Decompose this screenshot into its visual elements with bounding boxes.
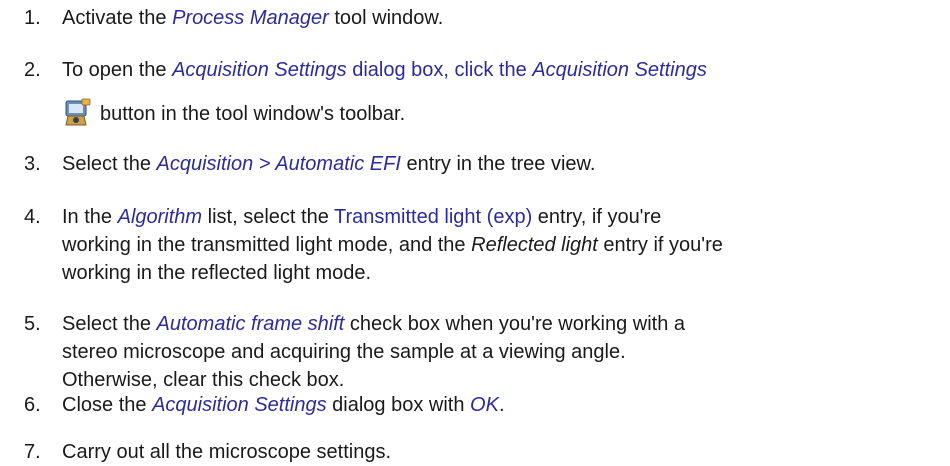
ok-reference: OK — [470, 394, 499, 416]
text: Activate the — [62, 7, 173, 29]
acquisition-settings-reference: Acquisition Settings — [172, 59, 347, 81]
step-number: 6. — [24, 394, 41, 416]
automatic-frame-shift-reference: Automatic frame shift — [156, 313, 345, 335]
text: check box when you're working with a — [344, 313, 686, 335]
text: Close the — [62, 394, 153, 416]
text: Select the — [62, 313, 157, 335]
process-manager-reference: Process Manager — [172, 7, 329, 29]
instruction-steps: 1. Activate the Process Manager tool win… — [0, 0, 950, 464]
acquisition-settings-reference: Acquisition Settings — [532, 59, 707, 81]
text: Select the — [62, 153, 157, 175]
text: dialog box, click the — [346, 59, 533, 81]
step-number: 5. — [24, 313, 41, 335]
step-text: Select the Automatic frame shift check b… — [62, 310, 940, 394]
step-text: In the Algorithm list, select the Transm… — [62, 203, 940, 287]
text: working in the reflected light mode. — [62, 262, 372, 284]
step-text: Carry out all the microscope settings. — [62, 438, 940, 466]
text: entry, if you're — [532, 206, 662, 228]
text: tool window. — [328, 7, 444, 29]
text: list, select the — [202, 206, 335, 228]
step-number: 2. — [24, 59, 41, 81]
text: In the — [62, 206, 118, 228]
automatic-efi-reference: Acquisition > Automatic EFI — [156, 153, 401, 175]
transmitted-light-reference: Transmitted light (exp) — [334, 206, 533, 228]
acquisition-settings-reference: Acquisition Settings — [152, 394, 327, 416]
step-text: To open the Acquisition Settings dialog … — [62, 56, 940, 84]
reflected-light-reference: Reflected light — [471, 234, 598, 256]
step-text: Select the Acquisition > Automatic EFI e… — [62, 150, 940, 178]
step-number: 1. — [24, 7, 41, 29]
step-text: Activate the Process Manager tool window… — [62, 4, 940, 32]
step-text: Close the Acquisition Settings dialog bo… — [62, 391, 940, 419]
step-number: 7. — [24, 441, 41, 463]
acquisition-settings-icon — [65, 98, 91, 126]
text: button in the tool window's toolbar. — [100, 103, 406, 125]
step-number: 3. — [24, 153, 41, 175]
text: Otherwise, clear this check box. — [62, 369, 345, 391]
text: . — [498, 394, 505, 416]
text: dialog box with — [326, 394, 471, 416]
text: stereo microscope and acquiring the samp… — [62, 341, 626, 363]
text: working in the transmitted light mode, a… — [62, 234, 472, 256]
algorithm-reference: Algorithm — [117, 206, 203, 228]
text: entry in the tree view. — [400, 153, 596, 175]
step-number: 4. — [24, 206, 41, 228]
text: entry if you're — [597, 234, 723, 256]
text: Carry out all the microscope settings. — [62, 441, 392, 463]
text: To open the — [62, 59, 173, 81]
